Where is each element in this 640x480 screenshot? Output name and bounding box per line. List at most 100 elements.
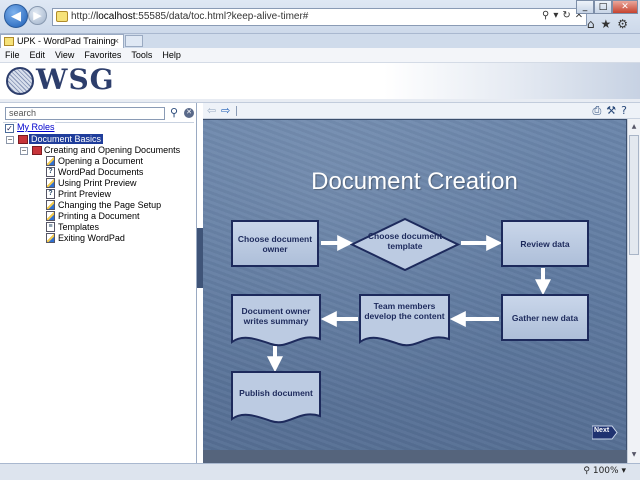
favorites-star-icon[interactable]: ★ [600,17,617,31]
zoom-control[interactable]: ⚲ 100% ▾ [583,466,626,476]
status-bar: ⚲ 100% ▾ [0,463,640,480]
node-gather-data: Gather new data [501,294,589,341]
search-icon[interactable]: ⚲ [542,10,553,21]
node-choose-owner: Choose document owner [231,220,319,267]
help-icon[interactable]: ? [621,104,632,117]
browser-tab[interactable]: UPK - WordPad Training × [0,34,124,48]
node-choose-owner-label: Choose document owner [237,233,313,254]
document-icon: ≡ [46,222,55,232]
node-review-data: Review data [501,220,589,267]
tree-item-label: Changing the Page Setup [58,200,162,210]
url-prefix: http:// [71,11,97,22]
home-icon[interactable]: ⌂ [587,17,601,31]
header-banner: WSG [0,63,640,99]
page-icon [56,11,68,22]
clear-search-icon[interactable]: ✕ [184,108,194,118]
previous-arrow-icon[interactable]: ⇦ [207,104,216,117]
collapse-toggle[interactable]: − [20,147,28,155]
settings-gear-icon[interactable]: ⚙ [617,17,634,31]
tree-item-label: Printing a Document [58,211,140,221]
menu-tools[interactable]: Tools [126,48,157,63]
minimize-button[interactable]: _ [576,0,594,14]
forward-button[interactable]: ▶ [28,6,47,25]
next-slide-button[interactable]: Next [591,425,618,440]
tree-item[interactable]: Printing a Document [58,211,140,222]
topic-icon [46,200,55,210]
tree-group-label: Creating and Opening Documents [44,145,181,155]
tree-item[interactable]: Changing the Page Setup [58,200,161,211]
book-icon [18,135,28,144]
company-logo: WSG [6,63,156,96]
slide-bottom-bar [203,450,627,463]
zoom-icon: ⚲ [583,466,590,476]
close-window-button[interactable]: ✕ [612,0,638,14]
document-shape [231,371,321,424]
zoom-level: 100% [592,466,619,476]
collapse-toggle[interactable]: − [6,136,14,144]
tree-item[interactable]: Opening a Document [58,156,143,167]
tree-item[interactable]: Templates [58,222,99,233]
my-roles-link[interactable]: My Roles [17,122,55,132]
node-team-label: Team members develop the content [364,301,445,321]
node-choose-template: Choose document template [350,217,460,272]
vertical-scrollbar[interactable]: ▲ ▼ [627,119,640,463]
tree-item[interactable]: Using Print Preview [58,178,137,189]
toolbar-icons: ⎙⚒? [592,104,632,118]
node-choose-template-label: Choose document template [367,231,443,251]
node-team-content: Team members develop the content [359,294,450,349]
menu-view[interactable]: View [50,48,79,63]
menu-bar: File Edit View Favorites Tools Help [0,48,640,63]
menu-help[interactable]: Help [157,48,186,63]
scroll-thumb[interactable] [629,135,639,255]
dropdown-icon[interactable]: ▾ [553,10,562,21]
tree-item[interactable]: Print Preview [58,189,111,200]
menu-favorites[interactable]: Favorites [79,48,126,63]
outline-panel: search ⚲ ✕ ✓ My Roles − Document Basics −… [0,103,197,463]
search-input[interactable]: search [5,107,165,120]
tree-item-label: WordPad Documents [58,167,144,177]
tree-root-label: Document Basics [29,134,104,144]
search-icon[interactable]: ⚲ [170,106,178,119]
refresh-icon[interactable]: ↻ [562,10,574,21]
tree-item-label: Using Print Preview [58,178,137,188]
toolbar-separator [236,106,237,116]
tree-root[interactable]: Document Basics [29,134,104,145]
url-path: :55585/data/toc.html?keep-alive-timer# [135,11,309,22]
back-arrow-icon: ◀ [11,8,21,24]
menu-edit[interactable]: Edit [25,48,51,63]
tree-item-label: Opening a Document [58,156,144,166]
tree-group[interactable]: Creating and Opening Documents [44,145,180,156]
zoom-dropdown-icon[interactable]: ▾ [621,466,626,476]
menu-file[interactable]: File [0,48,25,63]
next-arrow-icon[interactable]: ⇨ [221,104,230,117]
tree-item[interactable]: WordPad Documents [58,167,143,178]
checkbox-icon[interactable]: ✓ [5,124,14,133]
forward-arrow-icon: ▶ [33,9,42,22]
content-toolbar: ⇦ ⇨ ⎙⚒? [203,103,640,119]
node-publish: Publish document [231,371,321,426]
topic-icon [46,156,55,166]
url-field[interactable]: http://localhost:55585/data/toc.html?kee… [52,8,587,26]
maximize-button[interactable]: □ [594,0,612,14]
browser-icons: ⌂★⚙ [587,17,634,31]
back-button[interactable]: ◀ [4,4,28,28]
book-icon [32,146,42,155]
topic-icon [46,211,55,221]
logo-text: WSG [36,63,115,96]
node-gather-label: Gather new data [511,312,579,323]
tab-page-icon [4,37,14,46]
tree-item[interactable]: Exiting WordPad [58,233,125,244]
new-tab-button[interactable] [125,35,143,47]
tab-close-icon[interactable]: × [114,35,119,47]
tools-icon[interactable]: ⚒ [606,104,621,117]
scroll-down-icon[interactable]: ▼ [629,449,639,461]
node-review-label: Review data [520,238,570,249]
scroll-up-icon[interactable]: ▲ [629,121,639,133]
node-publish-label: Publish document [239,388,313,398]
tab-title: UPK - WordPad Training [17,36,116,46]
my-roles-row: ✓ My Roles [5,122,55,133]
print-icon[interactable]: ⎙ [592,104,606,117]
question-page-icon: ? [46,189,55,199]
question-page-icon: ? [46,167,55,177]
topic-icon [46,178,55,188]
